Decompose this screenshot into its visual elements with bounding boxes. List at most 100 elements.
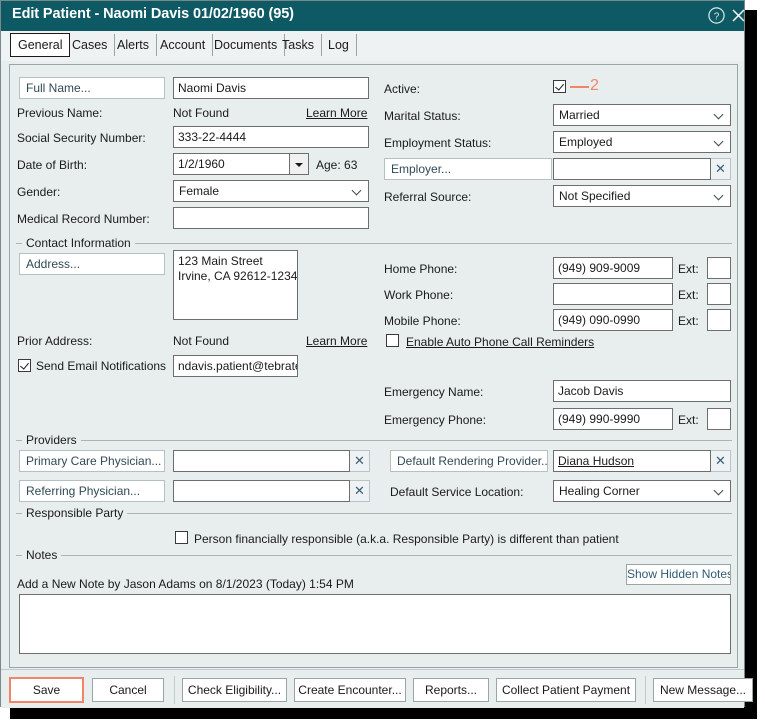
tab-log[interactable]: Log	[321, 34, 357, 56]
primary-care-physician-button[interactable]: Primary Care Physician...	[19, 450, 165, 472]
full-name-input[interactable]: Naomi Davis	[173, 77, 369, 99]
active-checkbox[interactable]	[553, 80, 566, 93]
active-label: Active:	[384, 82, 421, 96]
chevron-down-icon	[353, 187, 362, 193]
tab-account[interactable]: Account	[153, 34, 214, 56]
new-message-button[interactable]: New Message...	[653, 678, 753, 702]
create-encounter-button[interactable]: Create Encounter...	[294, 678, 406, 702]
employer-input[interactable]	[553, 158, 711, 180]
tab-general[interactable]: General	[10, 33, 71, 57]
title-bar: Edit Patient - Naomi Davis 01/02/1960 (9…	[1, 1, 745, 31]
full-name-button[interactable]: Full Name...	[19, 77, 165, 99]
referral-source-select[interactable]: Not Specified	[553, 185, 731, 207]
default-service-location-select[interactable]: Healing Corner	[553, 480, 731, 502]
prior-address-label: Prior Address:	[17, 334, 93, 348]
responsible-party-group: Responsible Party	[16, 506, 732, 520]
primary-care-physician-clear-icon[interactable]: ✕	[350, 450, 370, 472]
contact-information-title: Contact Information	[22, 236, 135, 250]
notes-title: Notes	[22, 548, 62, 562]
dob-label: Date of Birth:	[17, 158, 88, 172]
marital-status-value: Married	[559, 108, 600, 122]
reports-button[interactable]: Reports...	[413, 678, 489, 702]
responsible-party-checkbox[interactable]	[175, 531, 188, 544]
previous-name-learn-more-link[interactable]: Learn More	[306, 106, 367, 120]
age-text: Age: 63	[316, 158, 358, 172]
work-phone-ext-input[interactable]	[707, 283, 731, 305]
emergency-name-input[interactable]: Jacob Davis	[553, 380, 731, 402]
referring-physician-input[interactable]	[173, 480, 350, 502]
marital-status-label: Marital Status:	[384, 109, 461, 123]
employer-clear-icon[interactable]: ✕	[711, 158, 731, 180]
svg-text:?: ?	[714, 11, 720, 22]
gender-value: Female	[179, 184, 220, 198]
auto-phone-reminders-label[interactable]: Enable Auto Phone Call Reminders	[406, 335, 594, 349]
employment-status-label: Employment Status:	[384, 136, 492, 150]
emergency-phone-ext-input[interactable]	[707, 408, 731, 430]
employment-status-select[interactable]: Employed	[553, 131, 731, 153]
employment-status-value: Employed	[559, 135, 613, 149]
tab-cases[interactable]: Cases	[65, 34, 116, 56]
home-phone-ext-input[interactable]	[707, 257, 731, 279]
mrn-input[interactable]	[173, 207, 369, 229]
gender-label: Gender:	[17, 185, 61, 199]
address-button[interactable]: Address...	[19, 253, 165, 275]
tab-documents[interactable]: Documents	[207, 34, 286, 56]
primary-care-physician-input[interactable]	[173, 450, 350, 472]
previous-name-label: Previous Name:	[17, 106, 103, 120]
default-service-location-label: Default Service Location:	[390, 485, 524, 499]
collect-patient-payment-button[interactable]: Collect Patient Payment	[496, 678, 636, 702]
show-hidden-notes-button[interactable]: Show Hidden Notes	[626, 564, 731, 585]
ssn-input[interactable]: 333-22-4444	[173, 126, 369, 148]
tab-tasks[interactable]: Tasks	[275, 34, 322, 56]
chevron-down-icon	[715, 111, 724, 117]
mobile-phone-label: Mobile Phone:	[384, 314, 461, 328]
default-rendering-provider-input[interactable]: Diana Hudson	[553, 450, 711, 472]
button-bar: Save Cancel Check Eligibility... Create …	[1, 669, 753, 708]
prior-address-learn-more-link[interactable]: Learn More	[306, 334, 367, 348]
email-input[interactable]: ndavis.patient@tebrate	[173, 355, 298, 377]
work-phone-label: Work Phone:	[384, 288, 454, 302]
general-tab-panel: Full Name... Naomi Davis Previous Name: …	[9, 64, 738, 668]
send-email-notifications-checkbox[interactable]	[18, 359, 31, 372]
annotation-number-2: 2	[590, 77, 599, 94]
referring-physician-clear-icon[interactable]: ✕	[350, 480, 370, 502]
referring-physician-button[interactable]: Referring Physician...	[19, 480, 165, 502]
marital-status-select[interactable]: Married	[553, 104, 731, 126]
work-phone-input[interactable]	[553, 283, 673, 305]
notes-group: Notes	[16, 548, 732, 562]
send-email-notifications-label: Send Email Notifications	[36, 359, 167, 373]
dob-input[interactable]: 1/2/1960	[173, 153, 290, 175]
emergency-phone-input[interactable]: (949) 990-9990	[553, 408, 673, 430]
help-circle-icon[interactable]: ?	[707, 6, 726, 25]
home-phone-input[interactable]: (949) 909-9009	[553, 257, 673, 279]
mobile-phone-ext-input[interactable]	[707, 309, 731, 331]
window-shadow-right	[745, 10, 757, 717]
check-eligibility-button[interactable]: Check Eligibility...	[182, 678, 287, 702]
tab-alerts[interactable]: Alerts	[110, 34, 157, 56]
referral-source-value: Not Specified	[559, 189, 631, 203]
window-shadow-bottom	[10, 707, 757, 719]
note-textarea[interactable]	[19, 594, 731, 654]
auto-phone-reminders-checkbox[interactable]	[386, 334, 399, 347]
save-button[interactable]: Save	[9, 677, 84, 703]
dob-dropdown-button[interactable]	[289, 153, 309, 175]
close-icon[interactable]	[729, 6, 748, 25]
button-separator	[174, 676, 175, 704]
mobile-phone-input[interactable]: (949) 090-0990	[553, 309, 673, 331]
address-textarea[interactable]: 123 Main Street Irvine, CA 92612-1234	[173, 250, 298, 320]
default-rendering-provider-clear-icon[interactable]: ✕	[711, 450, 731, 472]
previous-name-value: Not Found	[173, 106, 230, 120]
employer-button[interactable]: Employer...	[384, 158, 552, 180]
gender-select[interactable]: Female	[173, 180, 369, 202]
tab-strip: General Cases Alerts Account Documents T…	[1, 31, 744, 61]
default-service-location-value: Healing Corner	[559, 484, 640, 498]
responsible-party-title: Responsible Party	[22, 506, 128, 520]
responsible-party-label: Person financially responsible (a.k.a. R…	[194, 532, 619, 546]
emergency-phone-ext-label: Ext:	[678, 413, 699, 427]
mobile-phone-ext-label: Ext:	[678, 314, 699, 328]
home-phone-label: Home Phone:	[384, 262, 458, 276]
cancel-button[interactable]: Cancel	[92, 678, 164, 702]
providers-title: Providers	[22, 433, 81, 447]
default-rendering-provider-button[interactable]: Default Rendering Provider...	[390, 450, 548, 472]
button-separator	[645, 676, 646, 704]
